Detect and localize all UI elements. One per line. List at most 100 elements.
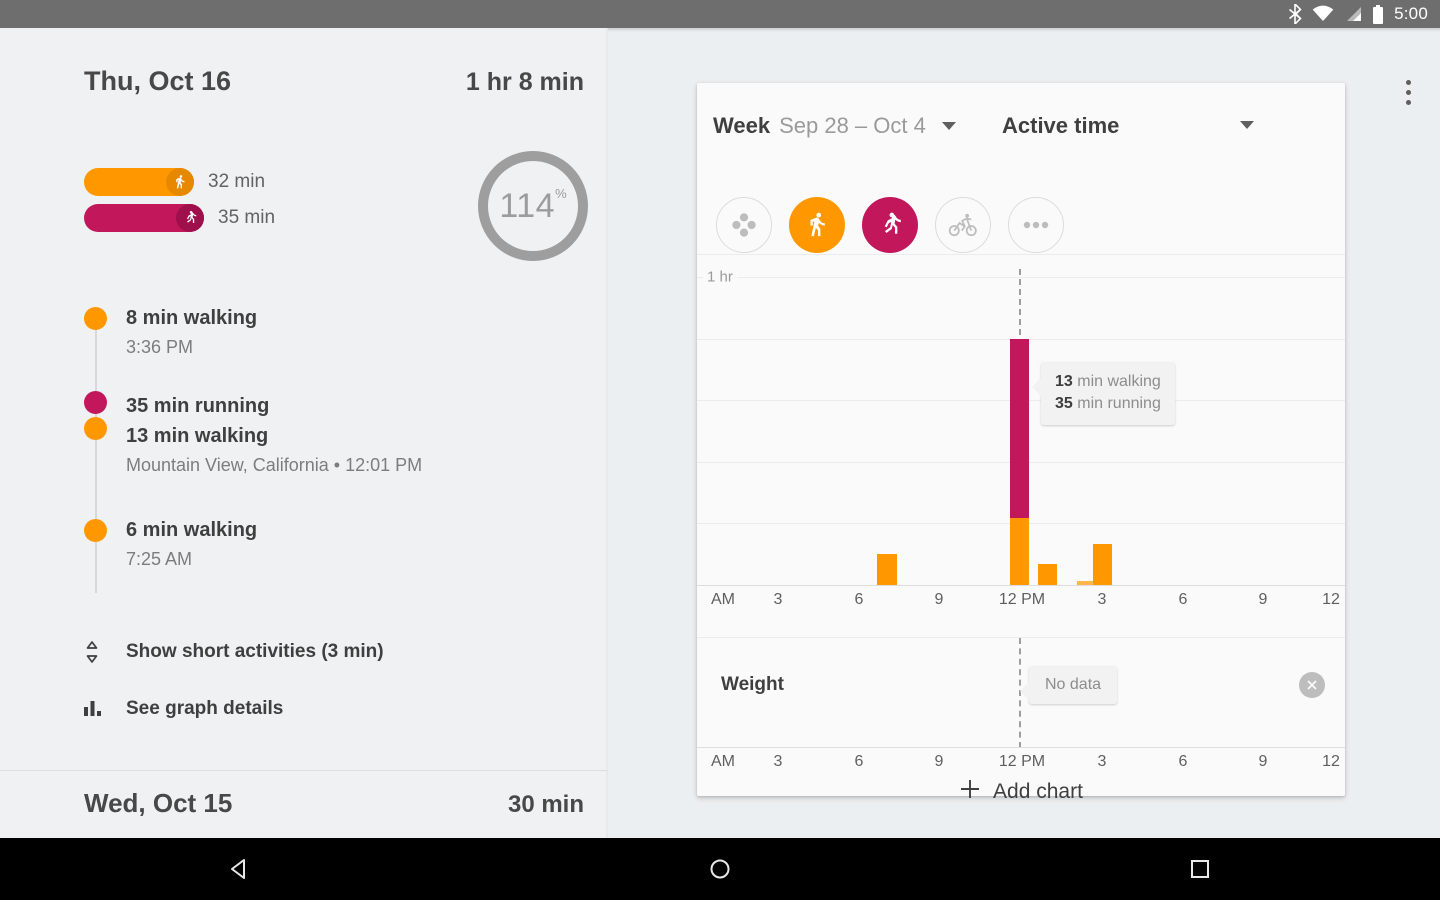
activity-title-secondary: 13 min walking [126, 425, 269, 447]
all-activities-icon[interactable] [716, 197, 772, 253]
x-tick: 6 [854, 591, 864, 608]
range-selector-period: Week [713, 113, 771, 138]
weight-x-axis-ticks: AM 3 6 9 12 PM 3 6 9 12 [697, 749, 1345, 777]
day-detail-panel: Thu, Oct 16 1 hr 8 min 32 min 35 min 114… [0, 28, 608, 838]
list-item[interactable]: 6 min walking 7:25 AM [84, 515, 584, 573]
close-icon[interactable] [1299, 672, 1325, 698]
section-divider [0, 770, 607, 771]
status-clock: 5:00 [1394, 4, 1428, 23]
chevron-down-icon [941, 122, 956, 130]
day-total-duration: 1 hr 8 min [465, 68, 584, 96]
back-button[interactable] [180, 856, 300, 882]
more-activities-icon[interactable] [1008, 197, 1064, 253]
weight-x-axis-line [697, 747, 1345, 748]
list-item[interactable]: 35 min running 13 min walking Mountain V… [84, 391, 584, 479]
x-tick: 6 [854, 753, 864, 770]
activity-subtitle: 7:25 AM [126, 549, 193, 569]
bluetooth-icon [1288, 4, 1302, 24]
x-tick: 12 PM [998, 591, 1046, 608]
activity-filters [716, 197, 1064, 253]
activity-subtitle: 3:36 PM [126, 337, 194, 357]
bar-running-12pm[interactable] [1010, 339, 1029, 518]
summary-bars: 32 min 35 min [84, 168, 275, 240]
x-tick: 9 [1258, 591, 1268, 608]
chart-tooltip: 13 min walking 35 min running [1032, 362, 1175, 425]
x-axis-ticks: AM 3 6 9 12 PM 3 6 9 12 [697, 587, 1345, 615]
x-tick: 3 [773, 591, 783, 608]
walking-dot-icon [84, 417, 107, 440]
x-tick: 6 [1178, 753, 1188, 770]
range-selector[interactable]: Week Sep 28 – Oct 4 [713, 113, 956, 139]
list-item[interactable]: 8 min walking 3:36 PM [84, 303, 584, 361]
next-day-title: Wed, Oct 15 [84, 788, 233, 818]
y-axis-label: 1 hr [703, 268, 737, 286]
page-title: Thu, Oct 16 [84, 66, 232, 96]
add-chart-button[interactable]: Add chart [697, 778, 1345, 805]
home-button[interactable] [660, 856, 780, 882]
battery-icon [1372, 4, 1384, 24]
running-duration-label: 35 min [218, 207, 276, 228]
walking-icon[interactable] [789, 197, 845, 253]
running-dot-icon [84, 391, 107, 414]
bar-walking-12pm[interactable] [1010, 518, 1029, 585]
walking-dot-icon [84, 307, 107, 330]
x-axis-line [697, 585, 1345, 586]
day-header: Thu, Oct 16 1 hr 8 min [84, 66, 584, 97]
weight-no-data-label: No data [1045, 676, 1102, 693]
walking-icon [166, 168, 194, 196]
cell-signal-icon [1344, 5, 1362, 23]
card-header: Week Sep 28 – Oct 4 Active time [697, 83, 1345, 158]
x-tick: 3 [1097, 753, 1107, 770]
bar-walking-7am[interactable] [877, 554, 897, 585]
metric-selector-label: Active time [1002, 113, 1120, 138]
next-day-total: 30 min [507, 791, 584, 818]
tooltip-value: 13 [1055, 373, 1073, 390]
activity-title: 35 min running [126, 395, 270, 417]
x-tick: 9 [934, 753, 944, 770]
x-tick: AM [711, 591, 735, 608]
bar-chart-icon [84, 700, 126, 718]
weight-chart-section: Weight No data AM 3 6 9 12 PM 3 6 9 12 [697, 637, 1345, 770]
biking-icon[interactable] [935, 197, 991, 253]
x-tick: AM [711, 753, 735, 770]
bar-walking-130pm[interactable] [1038, 564, 1057, 585]
gridline [697, 277, 1345, 278]
range-selector-dates: Sep 28 – Oct 4 [779, 113, 926, 138]
walking-progress-bar [84, 168, 194, 196]
wifi-icon [1312, 5, 1334, 23]
goal-percent-value: 114 [499, 186, 556, 225]
activity-title: 6 min walking [126, 519, 258, 541]
weight-tooltip: No data [1019, 666, 1118, 704]
see-graph-details-button[interactable]: See graph details [84, 698, 584, 720]
dot [1405, 99, 1411, 105]
add-chart-label: Add chart [993, 779, 1083, 803]
x-tick: 6 [1178, 591, 1188, 608]
metric-selector[interactable]: Active time [1002, 113, 1272, 139]
show-short-activities-button[interactable]: Show short activities (3 min) [84, 640, 584, 664]
status-bar: 5:00 [0, 0, 1440, 28]
recents-button[interactable] [1140, 856, 1260, 882]
app-root: 5:00 Thu, Oct 16 1 hr 8 min 32 min 35 mi… [0, 0, 1440, 900]
android-nav-bar [0, 838, 1440, 900]
x-tick: 12 PM [998, 753, 1046, 770]
x-tick: 9 [1258, 753, 1268, 770]
next-day-header[interactable]: Wed, Oct 15 30 min [84, 788, 584, 819]
tooltip-text: min running [1072, 395, 1161, 412]
bar-walking-330pm[interactable] [1093, 544, 1112, 585]
expand-collapse-icon [84, 640, 126, 664]
x-tick: 12 [1322, 753, 1340, 770]
goal-ring: 114 % [473, 146, 593, 266]
more-options-icon[interactable] [1392, 68, 1424, 116]
chart-plot-area: 1 hr 13 min walking 35 min running AM 3 … [697, 255, 1345, 615]
show-short-activities-label: Show short activities (3 min) [126, 641, 384, 662]
tooltip-line: 35 min running [1055, 393, 1161, 415]
running-icon[interactable] [862, 197, 918, 253]
x-tick: 3 [1097, 591, 1107, 608]
summary-row-walking: 32 min [84, 168, 275, 196]
chart-card: Week Sep 28 – Oct 4 Active time 1 hr 13 … [697, 83, 1345, 803]
chevron-down-icon [1240, 121, 1254, 129]
activity-title: 8 min walking [126, 307, 258, 329]
active-time-chart: 1 hr 13 min walking 35 min running AM 3 … [697, 254, 1345, 637]
running-progress-bar [84, 204, 204, 232]
tooltip-value: 35 [1055, 395, 1073, 412]
